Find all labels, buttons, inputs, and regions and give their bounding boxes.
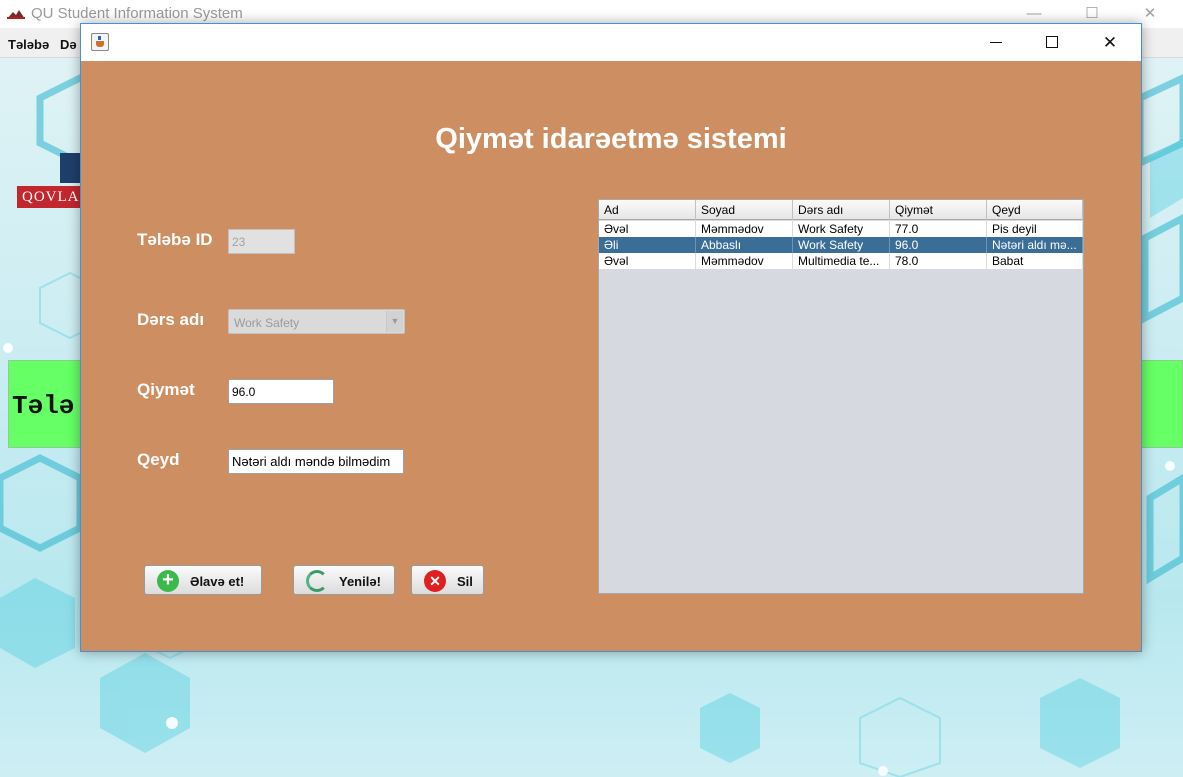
delete-icon: ✕ xyxy=(424,570,446,592)
student-id-label: Tələbə ID xyxy=(137,230,213,249)
telebe-banner-panel[interactable]: Tələ xyxy=(8,360,88,448)
table-row[interactable]: Əvəl Məmmədov Work Safety 77.0 Pis deyil xyxy=(599,221,1083,237)
main-minimize-button[interactable]: — xyxy=(1014,4,1054,24)
main-maximize-button[interactable]: ☐ xyxy=(1072,4,1112,24)
refresh-button-label: Yenilə! xyxy=(339,574,381,589)
cell-soyad: Məmmədov xyxy=(696,221,793,237)
cell-qeyd: Nətəri aldı mə... xyxy=(987,237,1083,253)
cell-qiymet: 77.0 xyxy=(890,221,987,237)
cell-ders-adi: Multimedia te... xyxy=(793,253,890,269)
note-input[interactable]: Nətəri aldı məndə bilmədim xyxy=(228,449,404,474)
grade-management-dialog: ✕ Qiymət idarəetmə sistemi Tələbə ID 23 … xyxy=(80,23,1142,652)
delete-button[interactable]: ✕ Sil xyxy=(411,565,484,595)
chevron-down-icon[interactable]: ▼ xyxy=(386,311,403,332)
cell-qiymet: 96.0 xyxy=(890,237,987,253)
grades-table[interactable]: Ad Soyad Dərs adı Qiymət Qeyd Əvəl Məmmə… xyxy=(598,199,1084,594)
course-name-value: Work Safety xyxy=(234,316,300,330)
grade-input[interactable]: 96.0 xyxy=(228,379,334,404)
refresh-button[interactable]: Yenilə! xyxy=(293,565,395,595)
telebe-banner-text: Tələ xyxy=(12,391,75,421)
cell-qiymet: 78.0 xyxy=(890,253,987,269)
add-icon: + xyxy=(157,570,179,592)
main-close-button[interactable]: ✕ xyxy=(1130,4,1170,24)
right-banner-panel[interactable] xyxy=(1140,360,1183,448)
course-name-dropdown[interactable]: Work Safety ▼ xyxy=(228,309,405,334)
student-id-field: 23 xyxy=(228,229,295,254)
table-row-selected[interactable]: Əli Abbaslı Work Safety 96.0 Nətəri aldı… xyxy=(599,237,1083,253)
cell-ders-adi: Work Safety xyxy=(793,221,890,237)
app-logo-icon xyxy=(7,10,25,19)
cell-soyad: Abbaslı xyxy=(696,237,793,253)
column-header-qiymet[interactable]: Qiymət xyxy=(890,200,987,220)
dialog-close-button[interactable]: ✕ xyxy=(1087,24,1133,61)
column-header-qeyd[interactable]: Qeyd xyxy=(987,200,1083,220)
column-header-ders-adi[interactable]: Dərs adı xyxy=(793,200,890,220)
main-window-title: QU Student Information System xyxy=(31,5,243,22)
cell-ders-adi: Work Safety xyxy=(793,237,890,253)
table-row[interactable]: Əvəl Məmmədov Multimedia te... 78.0 Baba… xyxy=(599,253,1083,269)
menu-ders[interactable]: Də xyxy=(60,37,77,52)
university-logo-text: QOVLA xyxy=(17,186,87,208)
cell-ad: Əli xyxy=(599,237,696,253)
add-button-label: Əlavə et! xyxy=(190,574,245,589)
dialog-titlebar: ✕ xyxy=(81,24,1141,61)
add-button[interactable]: + Əlavə et! xyxy=(144,565,262,595)
grade-label: Qiymət xyxy=(137,380,195,399)
cell-qeyd: Pis deyil xyxy=(987,221,1083,237)
dialog-content: Qiymət idarəetmə sistemi Tələbə ID 23 Də… xyxy=(81,61,1141,651)
cell-qeyd: Babat xyxy=(987,253,1083,269)
dialog-minimize-button[interactable] xyxy=(973,24,1019,61)
column-header-soyad[interactable]: Soyad xyxy=(696,200,793,220)
column-header-ad[interactable]: Ad xyxy=(599,200,696,220)
delete-button-label: Sil xyxy=(457,574,473,589)
cell-ad: Əvəl xyxy=(599,253,696,269)
form-title: Qiymət idarəetmə sistemi xyxy=(435,123,787,155)
cell-ad: Əvəl xyxy=(599,221,696,237)
dialog-maximize-button[interactable] xyxy=(1029,24,1075,61)
cell-soyad: Məmmədov xyxy=(696,253,793,269)
course-name-label: Dərs adı xyxy=(137,310,205,329)
note-label: Qeyd xyxy=(137,450,180,469)
java-cup-icon xyxy=(91,33,109,51)
table-header: Ad Soyad Dərs adı Qiymət Qeyd xyxy=(599,200,1083,220)
refresh-icon xyxy=(306,570,328,592)
menu-telebe[interactable]: Tələbə xyxy=(8,37,49,52)
